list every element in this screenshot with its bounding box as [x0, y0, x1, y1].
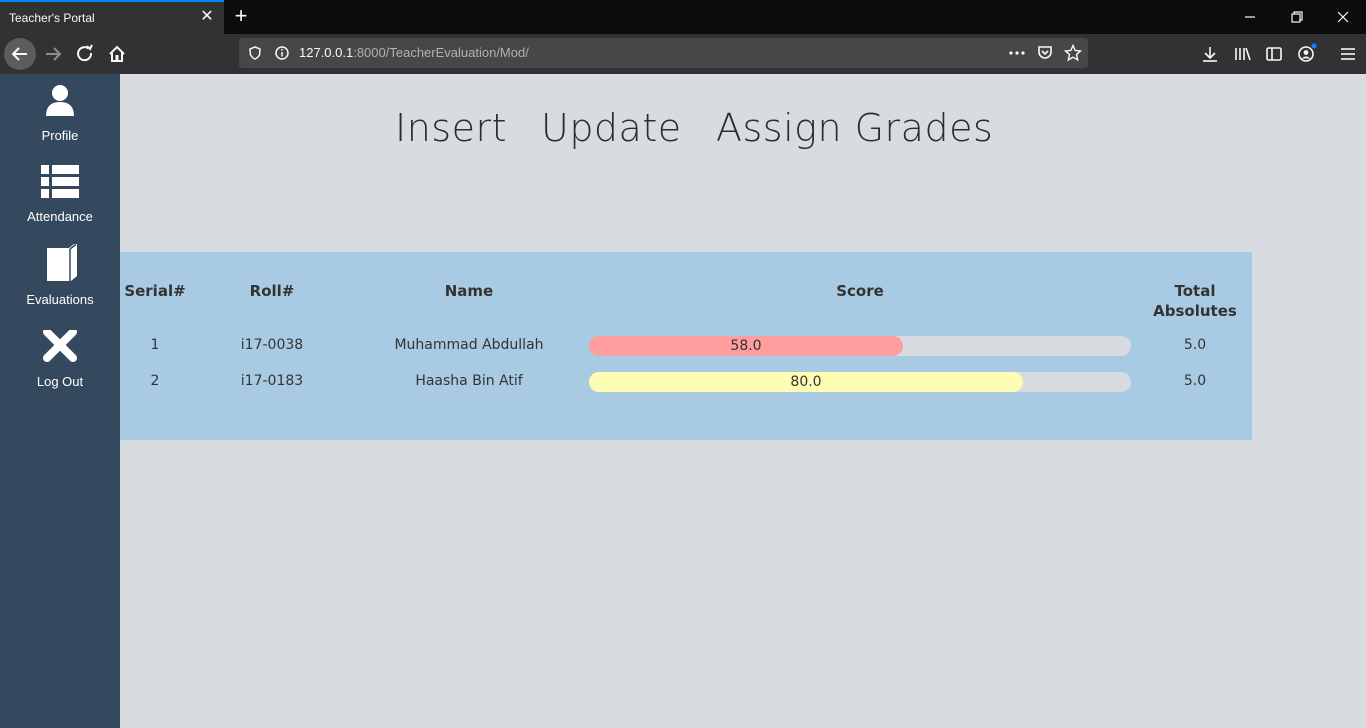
hamburger-menu-icon[interactable]: [1338, 44, 1358, 64]
sidebar-item-label: Profile: [41, 128, 79, 143]
browser-tab[interactable]: Teacher's Portal ✕: [0, 0, 224, 34]
home-icon[interactable]: [101, 38, 133, 70]
back-button[interactable]: [4, 38, 36, 70]
cell-serial: 1: [150, 337, 160, 353]
header-score: Score: [836, 282, 884, 300]
tab-title: Teacher's Portal: [9, 11, 95, 25]
list-icon: [41, 165, 79, 198]
insert-link[interactable]: Insert: [395, 106, 507, 150]
header-total-line2: Absolutes: [1153, 302, 1237, 320]
update-link[interactable]: Update: [541, 106, 682, 150]
forward-arrow-icon[interactable]: [37, 38, 69, 70]
url-host: 127.0.0.1: [299, 45, 354, 60]
header-total-line1: Total: [1174, 282, 1216, 300]
header-name: Name: [444, 282, 494, 300]
bookmark-star-icon[interactable]: [1064, 44, 1082, 62]
window-close-icon[interactable]: [1334, 8, 1352, 26]
header-total-absolutes: Total Absolutes: [1145, 281, 1245, 321]
cell-name: Muhammad Abdullah: [394, 337, 544, 353]
score-value: 80.0: [790, 374, 822, 390]
user-icon: [46, 85, 74, 116]
url-bar[interactable]: 127.0.0.1:8000/TeacherEvaluation/Mod/: [239, 38, 1088, 68]
browser-toolbar: 127.0.0.1:8000/TeacherEvaluation/Mod/: [0, 34, 1366, 74]
tab-close-icon[interactable]: ✕: [199, 9, 215, 25]
header-roll: Roll#: [249, 282, 295, 300]
sidebar-item-label: Attendance: [27, 209, 93, 224]
library-icon[interactable]: [1232, 44, 1252, 64]
book-icon: [47, 244, 77, 281]
sidebar-item-label: Log Out: [36, 374, 84, 389]
cell-roll: i17-0038: [240, 337, 304, 353]
sidebar-item-attendance[interactable]: Attendance: [0, 165, 120, 245]
cell-roll: i17-0183: [240, 373, 304, 389]
restore-icon[interactable]: [1288, 8, 1306, 26]
pocket-icon[interactable]: [1036, 44, 1054, 62]
header-serial: Serial#: [124, 282, 186, 300]
sidebar-item-label: Evaluations: [26, 292, 94, 307]
info-icon[interactable]: [274, 45, 290, 61]
url-text[interactable]: 127.0.0.1:8000/TeacherEvaluation/Mod/: [299, 45, 529, 60]
more-actions-icon[interactable]: [1007, 45, 1027, 61]
browser-tab-strip: Teacher's Portal ✕ +: [0, 0, 1366, 34]
shield-icon[interactable]: [247, 45, 263, 61]
score-value: 58.0: [730, 338, 762, 354]
cell-serial: 2: [150, 373, 160, 389]
sidebar: Profile Attendance Evaluations Log Out: [0, 74, 120, 728]
minimize-icon[interactable]: [1241, 8, 1259, 26]
url-path: :8000/TeacherEvaluation/Mod/: [353, 45, 529, 60]
reload-icon[interactable]: [69, 38, 101, 70]
account-icon[interactable]: [1296, 42, 1318, 64]
sidebar-toggle-icon[interactable]: [1264, 44, 1284, 64]
cell-total-absolutes: 5.0: [1183, 337, 1207, 353]
score-bar: 80.0: [589, 372, 1131, 392]
evaluation-table: Serial# Roll# Name Score Total Absolutes…: [120, 252, 1252, 440]
cell-total-absolutes: 5.0: [1183, 373, 1207, 389]
score-bar: 58.0: [589, 336, 1131, 356]
sidebar-item-logout[interactable]: Log Out: [0, 330, 120, 410]
assign-grades-link[interactable]: Assign Grades: [716, 106, 993, 150]
download-icon[interactable]: [1200, 44, 1220, 64]
arrow-left-icon: [11, 47, 27, 61]
new-tab-icon[interactable]: +: [231, 5, 251, 27]
close-icon: [43, 330, 77, 362]
sidebar-item-profile[interactable]: Profile: [0, 84, 120, 164]
sidebar-item-evaluations[interactable]: Evaluations: [0, 244, 120, 324]
cell-name: Haasha Bin Atif: [415, 373, 523, 389]
